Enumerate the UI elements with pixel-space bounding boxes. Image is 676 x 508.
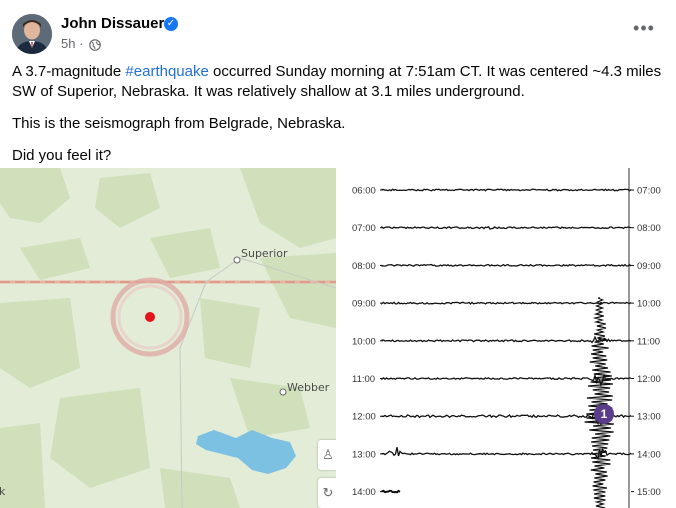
author-name[interactable]: John Dissauer <box>61 15 164 32</box>
seis-trace <box>381 372 632 387</box>
map-place-webber: Webber <box>287 381 330 394</box>
seis-trace <box>381 188 632 192</box>
seis-trace <box>381 225 632 230</box>
seis-left-time: 10:00 <box>352 336 376 347</box>
seis-trace <box>381 489 401 494</box>
street-view-pegman-icon[interactable]: ♙ <box>318 440 336 470</box>
p1-pre: A 3.7-magnitude <box>12 63 126 80</box>
avatar[interactable] <box>12 14 52 54</box>
post-paragraph-1: A 3.7-magnitude #earthquake occurred Sun… <box>12 62 662 102</box>
seis-trace <box>381 447 632 461</box>
avatar-image <box>12 14 52 54</box>
event-marker-label: 1 <box>601 407 608 421</box>
seis-left-time: 07:00 <box>352 223 376 234</box>
seis-trace <box>381 301 632 305</box>
map-image[interactable]: Superior Webber k ♙ ↻ <box>0 168 336 508</box>
seis-earthquake-burst <box>584 297 614 508</box>
seis-left-time: 13:00 <box>352 449 376 460</box>
globe-icon <box>89 38 101 51</box>
map-canvas: Superior Webber k <box>0 168 336 508</box>
seis-right-time: 09:00 <box>637 261 661 272</box>
seis-right-time: 12:00 <box>637 374 661 385</box>
seis-right-time: 11:00 <box>637 336 660 347</box>
seis-left-time: 11:00 <box>352 374 375 385</box>
post-paragraph-2: This is the seismograph from Belgrade, N… <box>12 115 346 132</box>
seis-right-time: 15:00 <box>637 487 661 498</box>
seis-left-time: 12:00 <box>352 412 376 423</box>
hashtag-link[interactable]: #earthquake <box>125 63 208 80</box>
post-header: John Dissauer ✓ 5h · ••• <box>12 10 664 54</box>
post-meta: 5h · <box>61 36 101 51</box>
verified-badge-icon: ✓ <box>164 17 178 31</box>
seis-right-time: 10:00 <box>637 299 661 310</box>
epicenter-marker <box>145 312 155 322</box>
map-place-superior: Superior <box>241 247 288 260</box>
facebook-post: John Dissauer ✓ 5h · ••• A 3.7-magnitude… <box>0 0 676 508</box>
seis-left-time: 09:00 <box>352 299 376 310</box>
seis-left-time: 06:00 <box>352 186 376 197</box>
seis-left-time: 14:00 <box>352 487 376 498</box>
seismograph-canvas: 06:00 07:00 07:00 08:00 08:00 09:00 09:00 10:00… <box>352 168 661 508</box>
meta-separator: · <box>79 36 88 51</box>
seis-trace <box>381 263 632 267</box>
seis-left-time: 08:00 <box>352 261 376 272</box>
seis-trace <box>381 335 632 344</box>
seismograph-image[interactable]: 06:00 07:00 07:00 08:00 08:00 09:00 09:00 10:00… <box>342 168 676 508</box>
post-time[interactable]: 5h <box>61 36 75 51</box>
post-text: A 3.7-magnitude #earthquake occurred Sun… <box>12 62 662 178</box>
more-options-icon[interactable]: ••• <box>628 16 660 40</box>
post-paragraph-3: Did you feel it? <box>12 147 112 164</box>
seis-right-time: 07:00 <box>637 186 661 197</box>
seis-right-time: 14:00 <box>637 449 661 460</box>
rotate-icon[interactable]: ↻ <box>318 478 336 508</box>
seis-right-time: 08:00 <box>637 223 661 234</box>
seis-right-time: 13:00 <box>637 412 661 423</box>
map-corner-text: k <box>0 485 6 498</box>
